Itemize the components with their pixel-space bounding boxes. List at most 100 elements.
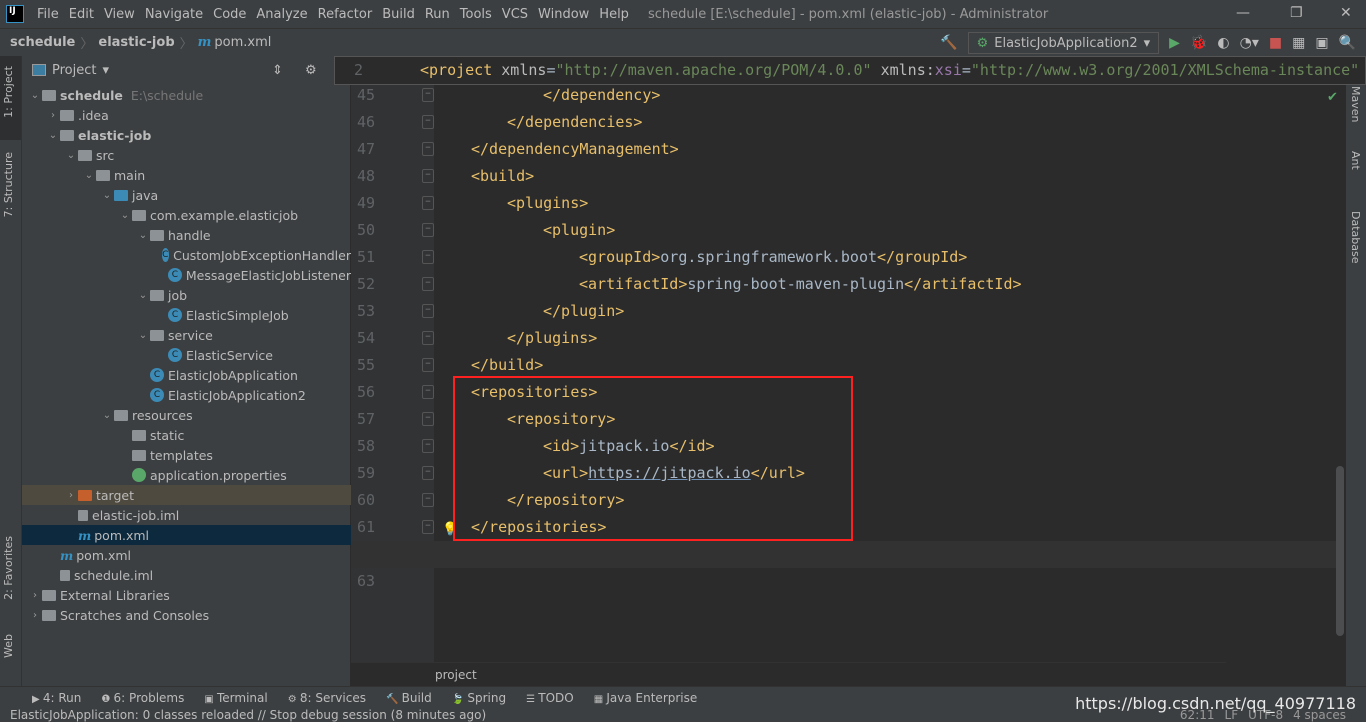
- fold-marker-icon[interactable]: −: [422, 304, 434, 318]
- tab-favorites[interactable]: 2: Favorites: [2, 536, 15, 600]
- chevron-down-icon[interactable]: ⌄: [28, 90, 42, 101]
- menu-file[interactable]: File: [37, 7, 59, 22]
- tree-item[interactable]: ⌄ service: [22, 325, 351, 345]
- fold-marker-icon[interactable]: −: [422, 223, 434, 237]
- fold-marker-icon[interactable]: −: [422, 466, 434, 480]
- tree-item[interactable]: › .idea: [22, 105, 351, 125]
- terminal-window-icon[interactable]: ▣: [1315, 35, 1328, 51]
- run-config-dropdown[interactable]: ⚙ ElasticJobApplication2 ▾: [967, 32, 1160, 54]
- menu-analyze[interactable]: Analyze: [256, 7, 307, 22]
- code-line[interactable]: 51 − <groupId>org.springframework.boot</gr…: [351, 244, 1346, 271]
- menu-run[interactable]: Run: [425, 7, 450, 22]
- debug-icon[interactable]: 🐞: [1190, 35, 1207, 51]
- breadcrumb-schedule[interactable]: schedule: [10, 35, 75, 50]
- tree-item[interactable]: C MessageElasticJobListener: [22, 265, 351, 285]
- fold-marker-icon[interactable]: −: [422, 196, 434, 210]
- tool-tab-todo[interactable]: ☰ TODO: [526, 691, 574, 705]
- tree-item[interactable]: C ElasticService: [22, 345, 351, 365]
- code-line[interactable]: 49 − <plugins>: [351, 190, 1346, 217]
- run-icon[interactable]: ▶: [1169, 35, 1180, 51]
- chevron-down-icon[interactable]: ⌄: [100, 410, 114, 421]
- tab-structure[interactable]: 7: Structure: [2, 152, 15, 217]
- chevron-down-icon[interactable]: ⌄: [100, 190, 114, 201]
- tree-item[interactable]: C ElasticSimpleJob: [22, 305, 351, 325]
- chevron-down-icon[interactable]: ⌄: [136, 230, 150, 241]
- menu-navigate[interactable]: Navigate: [145, 7, 203, 22]
- chevron-down-icon[interactable]: ▾: [102, 63, 109, 78]
- tree-item[interactable]: ⌄ job: [22, 285, 351, 305]
- search-icon[interactable]: 🔍: [1339, 35, 1356, 51]
- tree-item[interactable]: templates: [22, 445, 351, 465]
- collapse-all-icon[interactable]: ⇕: [272, 63, 283, 78]
- fold-marker-icon[interactable]: −: [422, 358, 434, 372]
- tree-item[interactable]: ⌄ java: [22, 185, 351, 205]
- chevron-down-icon[interactable]: ⌄: [46, 130, 60, 141]
- tree-item[interactable]: › target: [22, 485, 351, 505]
- tool-tab--problems[interactable]: ❶ 6: Problems: [101, 691, 184, 705]
- tree-item[interactable]: › Scratches and Consoles: [22, 605, 351, 625]
- tab-ant[interactable]: Ant: [1349, 151, 1362, 170]
- tree-item[interactable]: static: [22, 425, 351, 445]
- fold-marker-icon[interactable]: −: [422, 493, 434, 507]
- code-line[interactable]: 45 − </dependency>: [351, 82, 1346, 109]
- tree-item[interactable]: C ElasticJobApplication: [22, 365, 351, 385]
- menu-edit[interactable]: Edit: [69, 7, 94, 22]
- minimize-button[interactable]: —: [1236, 5, 1250, 21]
- tree-item[interactable]: schedule.iml: [22, 565, 351, 585]
- breadcrumb-elastic-job[interactable]: elastic-job: [98, 35, 174, 50]
- close-button[interactable]: ✕: [1340, 5, 1352, 21]
- code-line[interactable]: 52 − <artifactId>spring-boot-maven-plugin<…: [351, 271, 1346, 298]
- tree-item[interactable]: m pom.xml: [22, 545, 351, 565]
- code-line[interactable]: 55 − </build>: [351, 352, 1346, 379]
- fold-marker-icon[interactable]: −: [422, 412, 434, 426]
- tool-tab-terminal[interactable]: ▣ Terminal: [204, 691, 267, 705]
- tree-item[interactable]: elastic-job.iml: [22, 505, 351, 525]
- project-view-selector[interactable]: Project: [52, 63, 96, 78]
- status-message[interactable]: ElasticJobApplication: 0 classes reloade…: [10, 708, 486, 722]
- tree-item[interactable]: ⌄ handle: [22, 225, 351, 245]
- tree-item[interactable]: C CustomJobExceptionHandler: [22, 245, 351, 265]
- project-structure-icon[interactable]: ▦: [1292, 35, 1305, 51]
- fold-marker-icon[interactable]: −: [422, 385, 434, 399]
- chevron-down-icon[interactable]: ⌄: [118, 210, 132, 221]
- fold-marker-icon[interactable]: −: [422, 88, 434, 102]
- editor-scrollbar[interactable]: [1336, 466, 1344, 636]
- editor-breadcrumb[interactable]: project: [351, 662, 1226, 686]
- fold-marker-icon[interactable]: −: [422, 439, 434, 453]
- chevron-down-icon[interactable]: ⌄: [82, 170, 96, 181]
- chevron-down-icon[interactable]: ⌄: [136, 290, 150, 301]
- menu-window[interactable]: Window: [538, 7, 589, 22]
- breadcrumb-pom[interactable]: pom.xml: [214, 35, 271, 50]
- chevron-right-icon[interactable]: ›: [28, 590, 42, 601]
- chevron-right-icon[interactable]: ›: [28, 610, 42, 621]
- tree-item[interactable]: C ElasticJobApplication2: [22, 385, 351, 405]
- profile-icon[interactable]: ◔▾: [1240, 35, 1259, 51]
- chevron-right-icon[interactable]: ›: [46, 110, 60, 121]
- menu-tools[interactable]: Tools: [460, 7, 492, 22]
- tree-item[interactable]: ⌄ com.example.elasticjob: [22, 205, 351, 225]
- code-line[interactable]: 48 − <build>: [351, 163, 1346, 190]
- fold-marker-icon[interactable]: −: [422, 250, 434, 264]
- menu-vcs[interactable]: VCS: [502, 7, 528, 22]
- tree-item[interactable]: ⌄ resources: [22, 405, 351, 425]
- code-line[interactable]: 50 − <plugin>: [351, 217, 1346, 244]
- tool-tab--run[interactable]: ▶ 4: Run: [32, 691, 81, 705]
- fold-marker-icon[interactable]: −: [422, 520, 434, 534]
- tree-item[interactable]: m pom.xml: [22, 525, 351, 545]
- build-hammer-icon[interactable]: 🔨: [940, 35, 957, 51]
- chevron-down-icon[interactable]: ⌄: [136, 330, 150, 341]
- chevron-right-icon[interactable]: ›: [64, 490, 78, 501]
- chevron-down-icon[interactable]: ⌄: [64, 150, 78, 161]
- tool-tab--services[interactable]: ⚙ 8: Services: [288, 691, 366, 705]
- tree-item[interactable]: ⌄ main: [22, 165, 351, 185]
- tool-tab-build[interactable]: 🔨 Build: [386, 691, 432, 705]
- tool-tab-java-enterprise[interactable]: ▦ Java Enterprise: [594, 691, 698, 705]
- restore-button[interactable]: ❐: [1290, 5, 1303, 21]
- code-line[interactable]: 63: [351, 568, 1346, 595]
- code-line[interactable]: 47 − </dependencyManagement>: [351, 136, 1346, 163]
- tab-database[interactable]: Database: [1349, 211, 1362, 264]
- fold-marker-icon[interactable]: −: [422, 277, 434, 291]
- code-line[interactable]: 54 − </plugins>: [351, 325, 1346, 352]
- tree-item[interactable]: › External Libraries: [22, 585, 351, 605]
- tree-item[interactable]: ⌄ src: [22, 145, 351, 165]
